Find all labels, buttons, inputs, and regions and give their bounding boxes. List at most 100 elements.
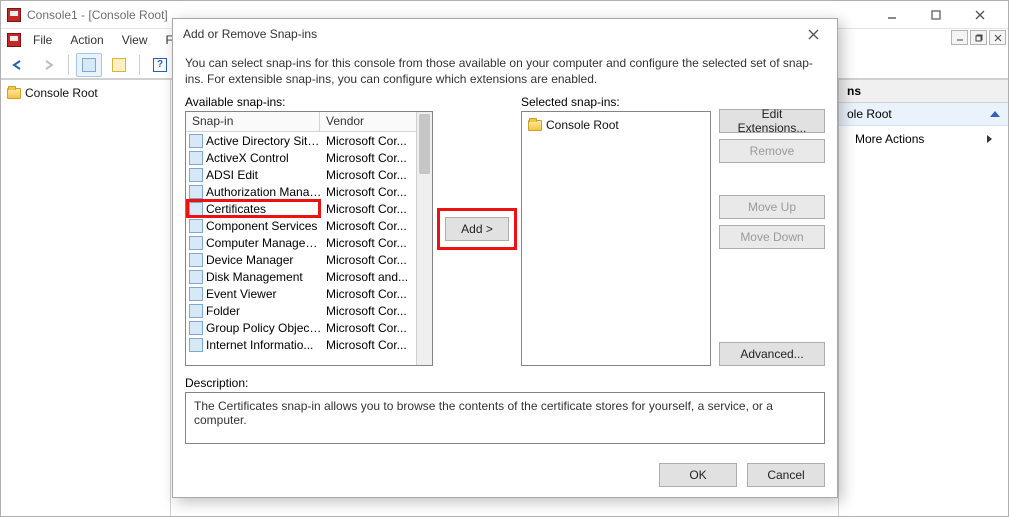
cancel-button[interactable]: Cancel	[747, 463, 825, 487]
folder-icon	[528, 120, 542, 131]
snapin-name: Disk Management	[204, 270, 322, 284]
snapin-icon	[188, 337, 204, 353]
snapin-icon	[188, 235, 204, 251]
snapin-row[interactable]: Disk ManagementMicrosoft and...	[186, 268, 416, 285]
add-button-label: Add >	[461, 222, 493, 236]
maximize-button[interactable]	[914, 2, 958, 28]
snapin-vendor: Microsoft Cor...	[322, 185, 416, 199]
snapin-vendor: Microsoft Cor...	[322, 304, 416, 318]
snapin-name: Certificates	[204, 202, 322, 216]
collapse-icon	[990, 111, 1000, 117]
available-snapins-list[interactable]: Snap-in Vendor Active Directory Site...M…	[185, 111, 433, 366]
snapin-vendor: Microsoft and...	[322, 270, 416, 284]
snapin-row[interactable]: ActiveX ControlMicrosoft Cor...	[186, 149, 416, 166]
snapin-name: Computer Managem...	[204, 236, 322, 250]
snapin-vendor: Microsoft Cor...	[322, 168, 416, 182]
selected-label: Selected snap-ins:	[521, 95, 711, 109]
snapin-row[interactable]: Computer Managem...Microsoft Cor...	[186, 234, 416, 251]
menu-file[interactable]: File	[25, 31, 60, 49]
snapin-name: Internet Informatio...	[204, 338, 322, 352]
menu-action[interactable]: Action	[62, 31, 111, 49]
toolbar-btn-1[interactable]	[76, 53, 102, 77]
snapin-icon	[188, 269, 204, 285]
col-snapin[interactable]: Snap-in	[186, 112, 320, 131]
mdi-close-button[interactable]	[989, 30, 1006, 45]
move-down-button[interactable]: Move Down	[719, 225, 825, 249]
snapin-icon	[188, 133, 204, 149]
snapin-vendor: Microsoft Cor...	[322, 202, 416, 216]
snapin-icon	[188, 150, 204, 166]
snapin-row[interactable]: Authorization ManagerMicrosoft Cor...	[186, 183, 416, 200]
move-up-button[interactable]: Move Up	[719, 195, 825, 219]
snapin-name: Folder	[204, 304, 322, 318]
remove-button[interactable]: Remove	[719, 139, 825, 163]
snapin-row[interactable]: Internet Informatio...Microsoft Cor...	[186, 336, 416, 353]
snapin-name: ADSI Edit	[204, 168, 322, 182]
list-scrollbar[interactable]	[416, 112, 432, 365]
chevron-right-icon	[987, 135, 992, 143]
toolbar-btn-2[interactable]	[106, 53, 132, 77]
actions-more-label: More Actions	[855, 132, 924, 146]
snapin-name: Active Directory Site...	[204, 134, 322, 148]
minimize-button[interactable]	[870, 2, 914, 28]
snapin-icon	[188, 303, 204, 319]
close-button[interactable]	[958, 2, 1002, 28]
add-remove-snapins-dialog: Add or Remove Snap-ins You can select sn…	[172, 18, 838, 498]
actions-subheader-label: ole Root	[847, 107, 892, 121]
tree-pane[interactable]: Console Root	[1, 80, 171, 516]
snapin-name: Group Policy Object ...	[204, 321, 322, 335]
snapin-icon	[188, 320, 204, 336]
description-label: Description:	[185, 376, 825, 390]
snapin-icon	[188, 218, 204, 234]
forward-button[interactable]	[35, 53, 61, 77]
mdi-restore-button[interactable]	[970, 30, 987, 45]
window-title: Console1 - [Console Root]	[27, 8, 168, 22]
edit-extensions-button[interactable]: Edit Extensions...	[719, 109, 825, 133]
back-button[interactable]	[5, 53, 31, 77]
snapin-row[interactable]: Active Directory Site...Microsoft Cor...	[186, 132, 416, 149]
snapin-icon	[188, 201, 204, 217]
snapin-icon	[188, 252, 204, 268]
selected-root-label: Console Root	[546, 118, 619, 132]
actions-header: ns	[839, 80, 1008, 103]
actions-more[interactable]: More Actions	[839, 126, 1008, 152]
snapin-row[interactable]: ADSI EditMicrosoft Cor...	[186, 166, 416, 183]
dialog-titlebar: Add or Remove Snap-ins	[173, 19, 837, 49]
snapin-name: Device Manager	[204, 253, 322, 267]
snapin-row[interactable]: Device ManagerMicrosoft Cor...	[186, 251, 416, 268]
folder-icon	[7, 88, 21, 99]
tree-root-label: Console Root	[25, 86, 98, 100]
snapin-row[interactable]: Component ServicesMicrosoft Cor...	[186, 217, 416, 234]
snapin-vendor: Microsoft Cor...	[322, 134, 416, 148]
snapin-name: Event Viewer	[204, 287, 322, 301]
app-icon	[7, 8, 21, 22]
help-button[interactable]: ?	[147, 53, 173, 77]
selected-snapins-tree[interactable]: Console Root	[521, 111, 711, 366]
snapin-row[interactable]: Event ViewerMicrosoft Cor...	[186, 285, 416, 302]
snapin-vendor: Microsoft Cor...	[322, 338, 416, 352]
snapin-row[interactable]: FolderMicrosoft Cor...	[186, 302, 416, 319]
selected-root-item[interactable]: Console Root	[526, 116, 706, 134]
snapin-name: ActiveX Control	[204, 151, 322, 165]
advanced-button[interactable]: Advanced...	[719, 342, 825, 366]
snapin-row[interactable]: CertificatesMicrosoft Cor...	[186, 200, 416, 217]
dialog-intro: You can select snap-ins for this console…	[185, 55, 825, 87]
snapin-icon	[188, 167, 204, 183]
mdi-minimize-button[interactable]	[951, 30, 968, 45]
snapin-name: Component Services	[204, 219, 322, 233]
snapin-name: Authorization Manager	[204, 185, 322, 199]
snapin-row[interactable]: Group Policy Object ...Microsoft Cor...	[186, 319, 416, 336]
snapin-vendor: Microsoft Cor...	[322, 287, 416, 301]
doc-icon	[7, 33, 21, 47]
snapin-icon	[188, 286, 204, 302]
snapin-vendor: Microsoft Cor...	[322, 219, 416, 233]
add-button[interactable]: Add >	[445, 217, 509, 241]
actions-subheader[interactable]: ole Root	[839, 103, 1008, 126]
snapin-icon	[188, 184, 204, 200]
dialog-title: Add or Remove Snap-ins	[183, 27, 317, 41]
dialog-close-button[interactable]	[797, 22, 829, 46]
tree-root-item[interactable]: Console Root	[5, 84, 166, 102]
menu-view[interactable]: View	[114, 31, 156, 49]
ok-button[interactable]: OK	[659, 463, 737, 487]
available-label: Available snap-ins:	[185, 95, 433, 109]
